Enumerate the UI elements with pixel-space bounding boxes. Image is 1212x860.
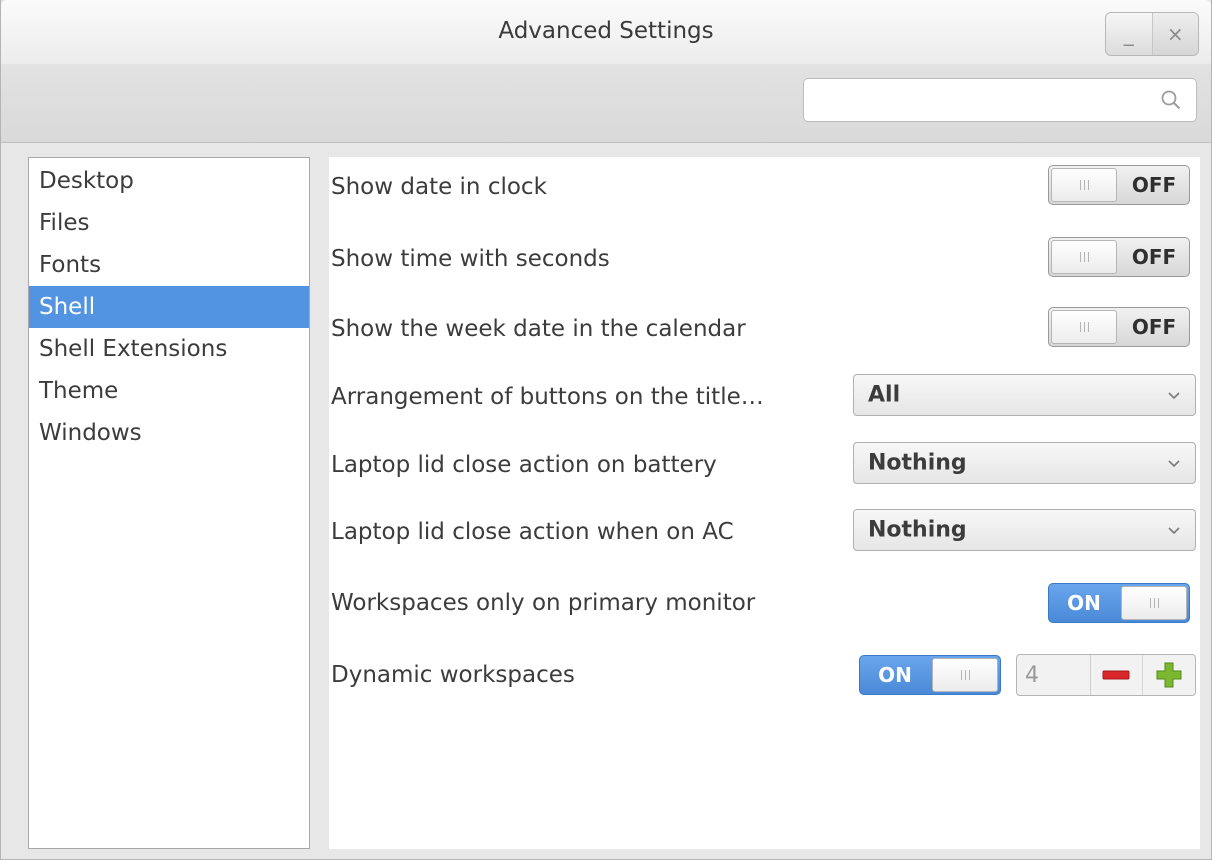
setting-label: Show time with seconds xyxy=(331,246,610,272)
grip-icon xyxy=(1149,598,1159,608)
chevron-down-icon xyxy=(1168,527,1180,535)
grip-icon xyxy=(1079,180,1089,190)
switch-state: OFF xyxy=(1131,173,1177,197)
sidebar-item-shell[interactable]: Shell xyxy=(29,286,309,328)
sidebar-item-desktop[interactable]: Desktop xyxy=(29,160,309,202)
setting-label: Laptop lid close action when on AC xyxy=(331,519,734,545)
setting-label: Show the week date in the calendar xyxy=(331,316,746,342)
dropdown-value: Nothing xyxy=(868,517,967,543)
week-date-switch[interactable]: OFF xyxy=(1048,307,1190,347)
title-bar[interactable]: Advanced Settings _ × xyxy=(1,0,1211,65)
plus-icon xyxy=(1156,662,1182,688)
switch-state: OFF xyxy=(1131,245,1177,269)
setting-row-button-arrangement: Arrangement of buttons on the title… All xyxy=(329,367,1200,427)
decrement-button[interactable] xyxy=(1091,655,1143,695)
switch-knob[interactable] xyxy=(932,658,998,692)
setting-row-lid-battery: Laptop lid close action on battery Nothi… xyxy=(329,435,1200,495)
sidebar-item-windows[interactable]: Windows xyxy=(29,412,309,454)
workspace-count-input[interactable]: 4 xyxy=(1017,655,1091,695)
setting-label: Laptop lid close action on battery xyxy=(331,452,717,478)
setting-row-show-date: Show date in clock OFF xyxy=(329,157,1200,217)
lid-battery-dropdown[interactable]: Nothing xyxy=(853,442,1196,484)
search-input[interactable] xyxy=(814,85,1138,117)
search-box[interactable] xyxy=(803,78,1197,122)
minimize-button[interactable]: _ xyxy=(1106,13,1152,55)
grip-icon xyxy=(1079,322,1089,332)
grip-icon xyxy=(1079,252,1089,262)
switch-state: ON xyxy=(878,663,912,687)
sidebar-item-fonts[interactable]: Fonts xyxy=(29,244,309,286)
switch-knob[interactable] xyxy=(1051,240,1117,274)
switch-knob[interactable] xyxy=(1051,310,1117,344)
sidebar-item-theme[interactable]: Theme xyxy=(29,370,309,412)
chevron-down-icon xyxy=(1168,392,1180,400)
button-arrangement-dropdown[interactable]: All xyxy=(853,374,1196,416)
minimize-icon: _ xyxy=(1123,22,1134,46)
dynamic-workspaces-switch[interactable]: ON xyxy=(859,655,1001,695)
switch-state: OFF xyxy=(1131,315,1177,339)
workspace-count-spinner: 4 xyxy=(1016,654,1196,696)
sidebar-item-shell-extensions[interactable]: Shell Extensions xyxy=(29,328,309,370)
setting-row-lid-ac: Laptop lid close action when on AC Nothi… xyxy=(329,502,1200,562)
show-date-switch[interactable]: OFF xyxy=(1048,165,1190,205)
setting-row-workspaces-primary: Workspaces only on primary monitor ON xyxy=(329,573,1200,633)
advanced-settings-window: Advanced Settings _ × Desktop Files Font… xyxy=(0,0,1212,860)
switch-knob[interactable] xyxy=(1051,168,1117,202)
close-icon: × xyxy=(1166,22,1184,46)
setting-label: Dynamic workspaces xyxy=(331,662,575,688)
toolbar xyxy=(1,64,1211,143)
setting-row-week-date: Show the week date in the calendar OFF xyxy=(329,299,1200,359)
chevron-down-icon xyxy=(1168,460,1180,468)
setting-row-show-seconds: Show time with seconds OFF xyxy=(329,229,1200,289)
setting-label: Workspaces only on primary monitor xyxy=(331,590,756,616)
workspaces-primary-switch[interactable]: ON xyxy=(1048,583,1190,623)
setting-label: Show date in clock xyxy=(331,174,547,200)
close-button[interactable]: × xyxy=(1151,13,1198,55)
category-list: Desktop Files Fonts Shell Shell Extensio… xyxy=(29,158,309,454)
show-seconds-switch[interactable]: OFF xyxy=(1048,237,1190,277)
search-icon[interactable] xyxy=(1160,89,1182,111)
lid-ac-dropdown[interactable]: Nothing xyxy=(853,509,1196,551)
minus-icon xyxy=(1102,670,1130,680)
sidebar-item-files[interactable]: Files xyxy=(29,202,309,244)
switch-state: ON xyxy=(1067,591,1101,615)
dropdown-value: All xyxy=(868,382,901,408)
grip-icon xyxy=(960,670,970,680)
switch-knob[interactable] xyxy=(1121,586,1187,620)
dropdown-value: Nothing xyxy=(868,450,967,476)
window-controls: _ × xyxy=(1105,12,1199,56)
category-sidebar: Desktop Files Fonts Shell Shell Extensio… xyxy=(28,157,310,849)
settings-panel: Show date in clock OFF Show time with se… xyxy=(329,157,1200,849)
setting-label: Arrangement of buttons on the title… xyxy=(331,384,764,410)
setting-row-dynamic-workspaces: Dynamic workspaces ON 4 xyxy=(329,645,1200,705)
increment-button[interactable] xyxy=(1142,655,1195,695)
window-title: Advanced Settings xyxy=(498,18,714,44)
